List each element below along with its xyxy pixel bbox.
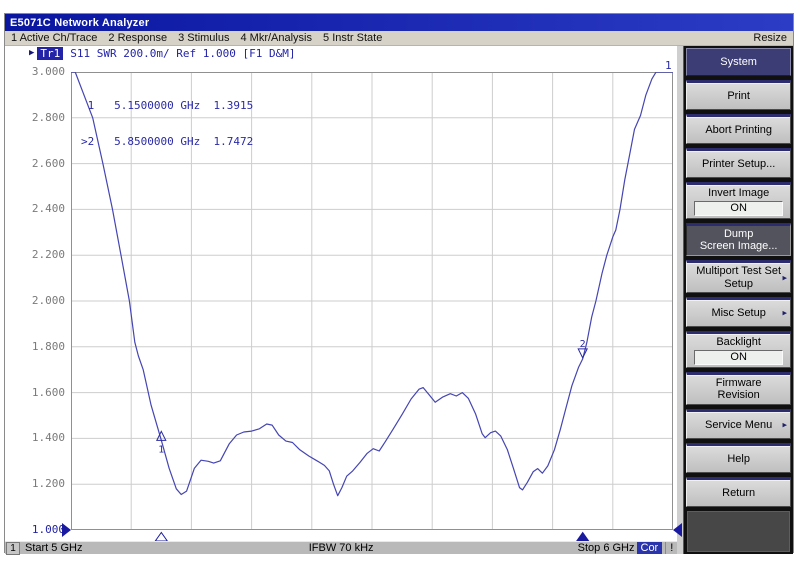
title-bar: E5071C Network Analyzer [5, 14, 793, 31]
screen: E5071C Network Analyzer 1 Active Ch/Trac… [0, 0, 800, 567]
softkey-printer-setup[interactable]: Printer Setup... [686, 148, 791, 178]
stimulus-marker-2-icon [577, 533, 589, 542]
softkey-label: Invert Image [708, 187, 769, 200]
trace-label-chip[interactable]: Tr1 [37, 47, 63, 60]
softkey-firmware-revision[interactable]: Firmware Revision [686, 372, 791, 405]
marker-1-number: 1 [158, 444, 164, 455]
status-bar: 1 Start 5 GHz IFBW 70 kHz Stop 6 GHz Cor… [5, 541, 677, 554]
softkey-label: Backlight [716, 336, 761, 349]
menu-items: 1 Active Ch/Trace 2 Response 3 Stimulus 4 M… [5, 32, 382, 44]
softkey-label: Help [727, 453, 750, 466]
softkey-label: Service Menu [705, 419, 772, 432]
softkey-backlight[interactable]: BacklightON [686, 331, 791, 368]
submenu-arrow-icon: ▸ [782, 308, 787, 319]
softkey-help[interactable]: Help [686, 443, 791, 473]
softkey-label: Abort Printing [705, 124, 772, 137]
y-axis-label: 2.600 [5, 157, 65, 170]
softkey-menu-title: System [686, 48, 791, 76]
softkey-panel-filler [687, 511, 790, 552]
softkey-label: Firmware Revision [716, 377, 762, 402]
softkey-panel: System Print Abort Printing Printer Setup.… [677, 46, 793, 554]
resize-control[interactable]: Resize [753, 32, 793, 44]
marker-2-number: 2 [580, 339, 586, 350]
stimulus-marker-1-icon [155, 533, 167, 542]
y-axis-label: 2.800 [5, 111, 65, 124]
start-frequency-label: Start 5 GHz [25, 542, 82, 554]
y-axis-label: 2.000 [5, 294, 65, 307]
softkey-state-value: ON [694, 201, 783, 216]
y-axis-label: 3.000 [5, 65, 65, 78]
y-axis-label: 1.200 [5, 477, 65, 490]
menu-4-mkr-analysis[interactable]: 4 Mkr/Analysis [240, 32, 312, 44]
y-axis-label: 1.400 [5, 431, 65, 444]
analyzer-window: E5071C Network Analyzer 1 Active Ch/Trac… [4, 13, 794, 553]
softkey-label: Misc Setup [711, 307, 765, 320]
plot-column: ▶ Tr1 S11 SWR 200.0m/ Ref 1.000 [F1 D&M]… [5, 46, 677, 554]
softkey-return[interactable]: Return [686, 477, 791, 507]
window-title: E5071C Network Analyzer [5, 17, 149, 29]
softkey-scroll-strip [677, 46, 684, 554]
menu-2-response[interactable]: 2 Response [108, 32, 167, 44]
softkey-misc-setup[interactable]: Misc Setup ▸ [686, 297, 791, 327]
marker-readout-line-2: >2 5.8500000 GHz 1.7472 [81, 136, 253, 148]
ref-level-indicator-left-icon [62, 523, 71, 537]
y-axis-label: 1.600 [5, 386, 65, 399]
menu-5-instr-state[interactable]: 5 Instr State [323, 32, 382, 44]
ifbw-label: IFBW 70 kHz [309, 542, 374, 554]
trace-end-label: 1 [665, 59, 672, 72]
y-axis-label: 1.800 [5, 340, 65, 353]
softkey-label: Print [727, 90, 750, 103]
softkey-abort-printing[interactable]: Abort Printing [686, 114, 791, 144]
softkey-label: Multiport Test Set Setup [696, 265, 781, 290]
softkey-state-value: ON [694, 350, 783, 365]
softkey-invert-image[interactable]: Invert ImageON [686, 182, 791, 219]
y-axis-label: 1.000 [5, 523, 65, 536]
stop-frequency-label: Stop 6 GHz [578, 542, 635, 554]
trace-format-detail: S11 SWR 200.0m/ Ref 1.000 [F1 D&M] [70, 47, 295, 60]
plot-area: ▶ Tr1 S11 SWR 200.0m/ Ref 1.000 [F1 D&M]… [5, 46, 677, 541]
correction-badge: Cor [637, 542, 663, 554]
main-content: ▶ Tr1 S11 SWR 200.0m/ Ref 1.000 [F1 D&M]… [5, 46, 793, 554]
softkey-list: System Print Abort Printing Printer Setup.… [684, 46, 793, 554]
marker-readout: 1 5.1500000 GHz 1.3915 >2 5.8500000 GHz … [81, 76, 253, 172]
softkey-multiport-test-set-setup[interactable]: Multiport Test Set Setup▸ [686, 260, 791, 293]
softkey-label: Dump Screen Image... [700, 228, 778, 253]
menu-3-stimulus[interactable]: 3 Stimulus [178, 32, 229, 44]
softkey-service-menu[interactable]: Service Menu ▸ [686, 409, 791, 439]
active-trace-pointer-icon: ▶ [29, 48, 34, 58]
submenu-arrow-icon: ▸ [782, 420, 787, 431]
softkey-dump-screen-image[interactable]: Dump Screen Image... [686, 223, 791, 256]
trace-info-line: ▶ Tr1 S11 SWR 200.0m/ Ref 1.000 [F1 D&M] [29, 46, 295, 60]
softkey-print[interactable]: Print [686, 80, 791, 110]
warning-indicator: ! [665, 542, 677, 554]
y-axis-label: 2.400 [5, 202, 65, 215]
softkey-label: Return [722, 487, 755, 500]
marker-readout-line-1: 1 5.1500000 GHz 1.3915 [81, 100, 253, 112]
submenu-arrow-icon: ▸ [782, 272, 787, 283]
menu-bar: 1 Active Ch/Trace 2 Response 3 Stimulus 4 M… [5, 31, 793, 46]
menu-1-active-ch-trace[interactable]: 1 Active Ch/Trace [11, 32, 97, 44]
channel-indicator: 1 [6, 542, 20, 555]
softkey-label: Printer Setup... [702, 158, 775, 171]
ref-level-indicator-right-icon [673, 523, 682, 537]
y-axis-label: 2.200 [5, 248, 65, 261]
